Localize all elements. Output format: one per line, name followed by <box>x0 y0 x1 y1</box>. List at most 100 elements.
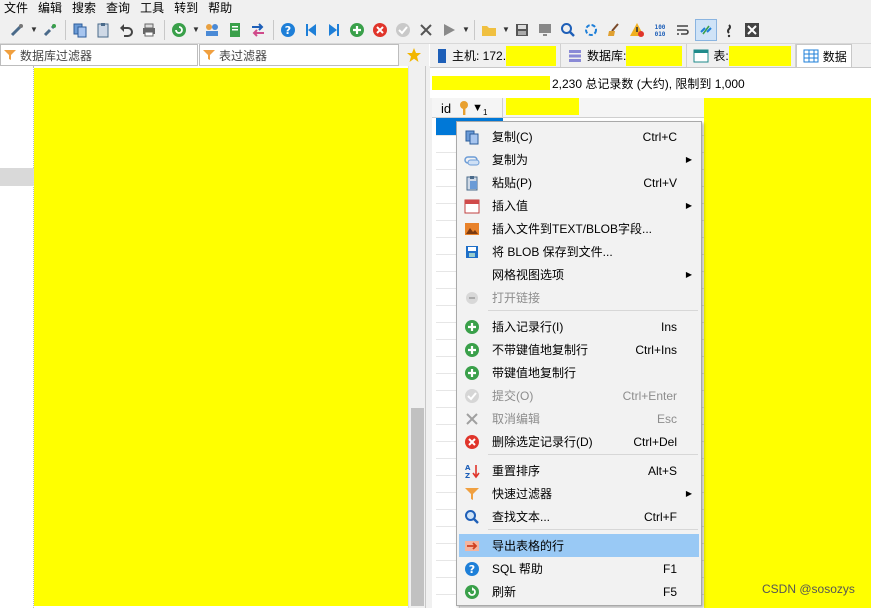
context-menu-item-shortcut: Ctrl+C <box>642 129 677 144</box>
context-menu-item-label: 复制为 <box>492 153 529 167</box>
check-icon[interactable] <box>392 19 414 41</box>
context-menu-item-label: 刷新 <box>492 585 517 599</box>
star-icon <box>407 48 421 62</box>
tree-selected-row[interactable] <box>0 168 34 186</box>
context-menu-item[interactable]: 打开链接 <box>459 286 699 309</box>
menu-tools[interactable]: 工具 <box>136 0 170 16</box>
toolbar-separator <box>65 19 66 40</box>
context-menu-item-shortcut: F5 <box>662 584 677 599</box>
context-menu-item[interactable]: 复制为 ▶ <box>459 148 699 171</box>
context-menu-item[interactable]: 不带键值地复制行 Ctrl+Ins <box>459 338 699 361</box>
svg-text:?: ? <box>285 24 291 37</box>
folder-icon[interactable] <box>478 19 500 41</box>
table-filter-input[interactable]: 表过滤器 <box>199 44 399 66</box>
database-tree-panel[interactable] <box>0 66 426 608</box>
scrollbar-thumb[interactable] <box>411 408 424 606</box>
copy-as-icon <box>463 151 481 169</box>
context-menu-item[interactable]: 查找文本... Ctrl+F <box>459 505 699 528</box>
add-icon[interactable] <box>346 19 368 41</box>
watermark: CSDN @sosozys <box>762 582 855 596</box>
menu-query[interactable]: 查询 <box>102 0 136 16</box>
context-menu-item-shortcut: Ctrl+V <box>643 175 677 190</box>
toolbar-separator <box>474 19 475 40</box>
context-menu-item[interactable]: 提交(O) Ctrl+Enter <box>459 384 699 407</box>
context-menu-item[interactable]: A Z 重置排序 Alt+S <box>459 459 699 482</box>
context-menu-item[interactable]: 刷新 F5 <box>459 580 699 603</box>
refresh-icon[interactable] <box>168 19 190 41</box>
paste-icon[interactable] <box>92 19 114 41</box>
delete-icon[interactable] <box>369 19 391 41</box>
search-icon[interactable] <box>557 19 579 41</box>
run-dropdown-icon[interactable]: ▼ <box>461 25 471 34</box>
blank-icon <box>463 266 481 284</box>
menu-goto[interactable]: 转到 <box>170 0 204 16</box>
folder-dropdown-icon[interactable]: ▼ <box>501 25 511 34</box>
copy-icon <box>463 128 481 146</box>
close-icon[interactable] <box>741 19 763 41</box>
link-icon[interactable] <box>695 18 717 41</box>
binary-icon[interactable]: 100 010 <box>649 19 671 41</box>
sort-indicator-icon[interactable]: ▼ <box>472 102 483 114</box>
context-menu-item-shortcut: Ctrl+Ins <box>635 342 677 357</box>
context-menu-item[interactable]: 带键值地复制行 <box>459 361 699 384</box>
connect-dropdown-icon[interactable]: ▼ <box>29 25 39 34</box>
tab-table[interactable]: 表: <box>687 44 796 67</box>
transfer-icon[interactable] <box>247 19 269 41</box>
refresh-dropdown-icon[interactable]: ▼ <box>191 25 201 34</box>
first-icon[interactable] <box>300 19 322 41</box>
run-icon[interactable] <box>438 19 460 41</box>
column-header-id[interactable]: id ▼ 1 <box>436 98 503 118</box>
replace-icon[interactable] <box>580 19 602 41</box>
last-icon[interactable] <box>323 19 345 41</box>
record-count-text: 2,230 总记录数 (大约), 限制到 1,000 <box>552 76 745 91</box>
tree-gutter <box>0 66 34 608</box>
tab-host[interactable]: 主机: 172. <box>430 44 562 67</box>
context-menu-item[interactable]: 将 BLOB 保存到文件... <box>459 240 699 263</box>
submenu-arrow-icon: ▶ <box>685 201 692 210</box>
context-menu-item[interactable]: 网格视图选项 ▶ <box>459 263 699 286</box>
context-menu-item-shortcut: F1 <box>662 561 677 576</box>
connect-icon[interactable] <box>6 19 28 41</box>
undo-icon[interactable] <box>115 19 137 41</box>
context-menu-item[interactable]: ? SQL 帮助 F1 <box>459 557 699 580</box>
disconnect-icon[interactable] <box>39 19 61 41</box>
context-menu-item-label: SQL 帮助 <box>492 562 543 576</box>
context-menu-item[interactable]: 取消编辑 Esc <box>459 407 699 430</box>
context-menu-item[interactable]: 插入值 ▶ <box>459 194 699 217</box>
tab-data[interactable]: 数据 <box>795 44 852 67</box>
database-filter-input[interactable]: 数据库过滤器 <box>0 44 198 66</box>
menu-edit[interactable]: 编辑 <box>34 0 68 16</box>
context-menu-item-label: 粘贴(P) <box>492 176 532 190</box>
clean-icon[interactable] <box>603 19 625 41</box>
wrap-icon[interactable] <box>672 19 694 41</box>
context-menu-item[interactable]: 粘贴(P) Ctrl+V <box>459 171 699 194</box>
menu-help[interactable]: 帮助 <box>204 0 238 16</box>
menu-file[interactable]: 文件 <box>0 0 34 16</box>
warning-icon[interactable] <box>626 19 648 41</box>
context-menu-item[interactable]: 插入文件到TEXT/BLOB字段... <box>459 217 699 240</box>
context-menu-item[interactable]: 复制(C) Ctrl+C <box>459 125 699 148</box>
grid-icon <box>803 49 819 63</box>
refresh-icon <box>463 583 481 601</box>
tab-database[interactable]: 数据库: <box>561 44 688 67</box>
context-menu-item[interactable]: 删除选定记录行(D) Ctrl+Del <box>459 430 699 453</box>
menu-search[interactable]: 搜索 <box>68 0 102 16</box>
user-manager-icon[interactable] <box>201 19 223 41</box>
help-icon[interactable]: ? <box>277 19 299 41</box>
export-icon[interactable] <box>224 19 246 41</box>
favorites-button[interactable] <box>399 44 429 66</box>
context-menu-item[interactable]: 快速过滤器 ▶ <box>459 482 699 505</box>
vertical-scrollbar[interactable] <box>408 66 425 608</box>
record-info-bar: 2,230 总记录数 (大约), 限制到 1,000 <box>430 68 871 98</box>
print-icon[interactable] <box>138 19 160 41</box>
more-icon[interactable] <box>718 19 740 41</box>
context-menu-item-label: 插入值 <box>492 199 529 213</box>
filter-icon <box>4 50 16 60</box>
cancel-icon[interactable] <box>415 19 437 41</box>
copy-icon[interactable] <box>69 19 91 41</box>
check-icon <box>463 387 481 405</box>
monitor-icon[interactable] <box>534 19 556 41</box>
save-icon[interactable] <box>511 19 533 41</box>
context-menu-item[interactable]: 导出表格的行 <box>459 534 699 557</box>
context-menu-item[interactable]: 插入记录行(I) Ins <box>459 315 699 338</box>
